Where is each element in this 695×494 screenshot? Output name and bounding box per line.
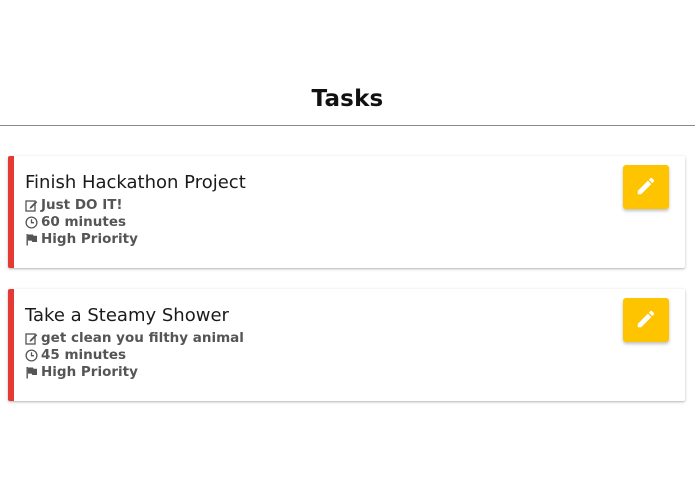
pencil-icon — [635, 175, 657, 200]
task-priority-text: High Priority — [41, 364, 138, 380]
task-duration-text: 60 minutes — [41, 214, 127, 230]
task-duration-text: 45 minutes — [41, 347, 127, 363]
task-card[interactable]: Finish Hackathon Project Just DO IT! 60 … — [8, 156, 685, 268]
task-description-text: Just DO IT! — [41, 197, 123, 213]
task-priority: High Priority — [25, 231, 138, 247]
task-duration: 45 minutes — [25, 347, 126, 363]
task-priority-text: High Priority — [41, 231, 138, 247]
task-card[interactable]: Take a Steamy Shower get clean you filth… — [8, 289, 685, 401]
clock-icon — [25, 215, 38, 229]
task-description: get clean you filthy animal — [25, 330, 244, 346]
flag-icon — [25, 233, 38, 246]
header: Tasks — [0, 0, 695, 126]
task-description: Just DO IT! — [25, 197, 123, 213]
task-title: Take a Steamy Shower — [25, 305, 229, 326]
pencil-icon — [635, 308, 657, 333]
page-title: Tasks — [311, 86, 384, 112]
edit-task-button[interactable] — [623, 165, 669, 209]
edit-note-icon — [25, 332, 38, 345]
flag-icon — [25, 366, 38, 379]
task-duration: 60 minutes — [25, 214, 126, 230]
edit-task-button[interactable] — [623, 298, 669, 342]
task-priority: High Priority — [25, 364, 138, 380]
task-title: Finish Hackathon Project — [25, 172, 246, 193]
clock-icon — [25, 348, 38, 362]
task-description-text: get clean you filthy animal — [41, 330, 244, 346]
edit-note-icon — [25, 199, 38, 212]
